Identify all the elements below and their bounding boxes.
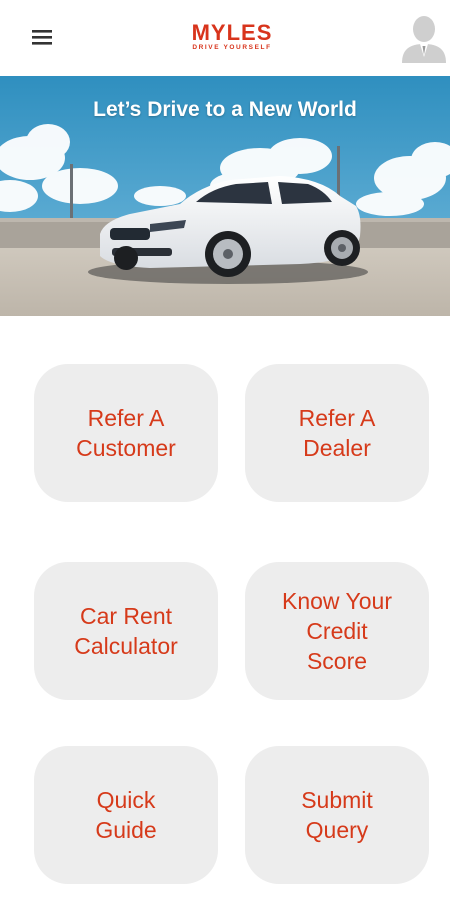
refer-customer-label: Refer A Customer [76, 405, 176, 461]
submit-query-label: Submit Query [301, 787, 373, 843]
logo-text: MYLES [191, 20, 273, 45]
hamburger-menu-icon [32, 30, 52, 45]
quick-guide-button[interactable]: Quick Guide [34, 746, 218, 884]
refer-dealer-label: Refer A Dealer [298, 405, 376, 461]
banner-title: Let’s Drive to a New World [93, 98, 357, 121]
profile-avatar-button[interactable] [400, 13, 448, 63]
user-avatar-icon [402, 16, 446, 63]
credit-score-button[interactable]: Know Your Credit Score [245, 562, 429, 700]
myles-logo: MYLES DRIVE YOURSELF [182, 22, 282, 58]
refer-dealer-button[interactable]: Refer A Dealer [245, 364, 429, 502]
logo-tagline: DRIVE YOURSELF [192, 44, 272, 51]
submit-query-button[interactable]: Submit Query [245, 746, 429, 884]
credit-score-label: Know Your Credit Score [282, 588, 392, 674]
refer-customer-button[interactable]: Refer A Customer [34, 364, 218, 502]
car-rent-calculator-button[interactable]: Car Rent Calculator [34, 562, 218, 700]
menu-button[interactable] [28, 24, 58, 50]
app-screen: MYLES DRIVE YOURSELF Let’s Drive to a Ne… [0, 0, 450, 900]
hero-banner: Let’s Drive to a New World [0, 76, 450, 316]
top-app-bar: MYLES DRIVE YOURSELF [0, 0, 450, 76]
car-rent-calculator-label: Car Rent Calculator [74, 603, 178, 659]
quick-guide-label: Quick Guide [95, 787, 157, 843]
